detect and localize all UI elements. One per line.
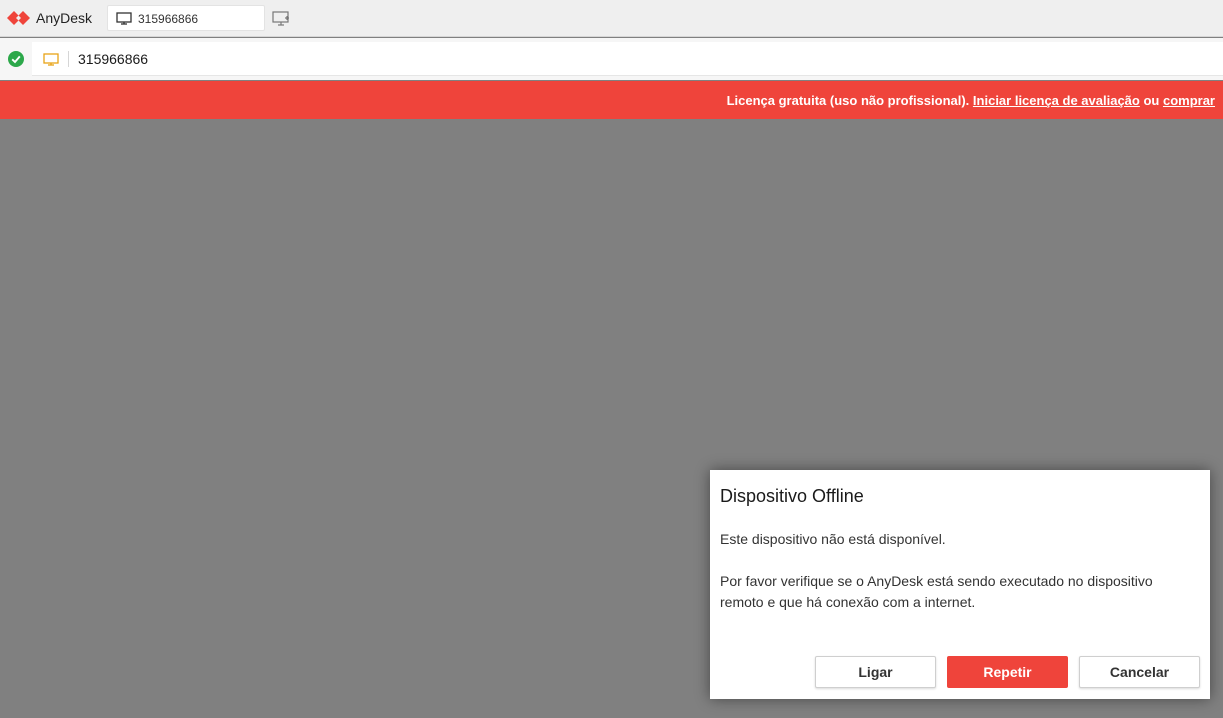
address-bar: 315966866: [0, 38, 1223, 80]
license-banner: Licença gratuita (uso não profissional).…: [0, 81, 1223, 119]
license-notice: Licença gratuita (uso não profissional).: [726, 93, 973, 108]
remote-address-input[interactable]: 315966866: [32, 42, 1223, 76]
app-name: AnyDesk: [36, 10, 93, 26]
dialog-message-instructions: Por favor verifique se o AnyDesk está se…: [720, 573, 1153, 610]
start-trial-link[interactable]: Iniciar licença de avaliação: [973, 93, 1140, 108]
banner-or-text: ou: [1139, 93, 1163, 108]
monitor-icon: [43, 53, 59, 66]
license-banner-text: Licença gratuita (uso não profissional).…: [727, 93, 1215, 108]
connect-button[interactable]: Ligar: [815, 656, 936, 688]
retry-button[interactable]: Repetir: [947, 656, 1068, 688]
address-divider: [68, 51, 69, 67]
tab-session[interactable]: 315966866: [107, 5, 265, 31]
dialog-message-unavailable: Este dispositivo não está disponível.: [720, 531, 946, 547]
new-session-icon[interactable]: [272, 11, 290, 27]
remote-address-value: 315966866: [78, 51, 149, 67]
connected-check-icon: [8, 51, 24, 67]
buy-link[interactable]: comprar: [1163, 93, 1215, 108]
tab-label: 315966866: [138, 12, 199, 26]
dialog-title: Dispositivo Offline: [720, 486, 864, 506]
monitor-icon: [116, 12, 132, 25]
anydesk-logo-icon: [7, 11, 30, 25]
offline-dialog: Dispositivo Offline Este dispositivo não…: [710, 470, 1210, 699]
cancel-button[interactable]: Cancelar: [1079, 656, 1200, 688]
title-bar: AnyDesk 315966866: [0, 0, 1223, 37]
